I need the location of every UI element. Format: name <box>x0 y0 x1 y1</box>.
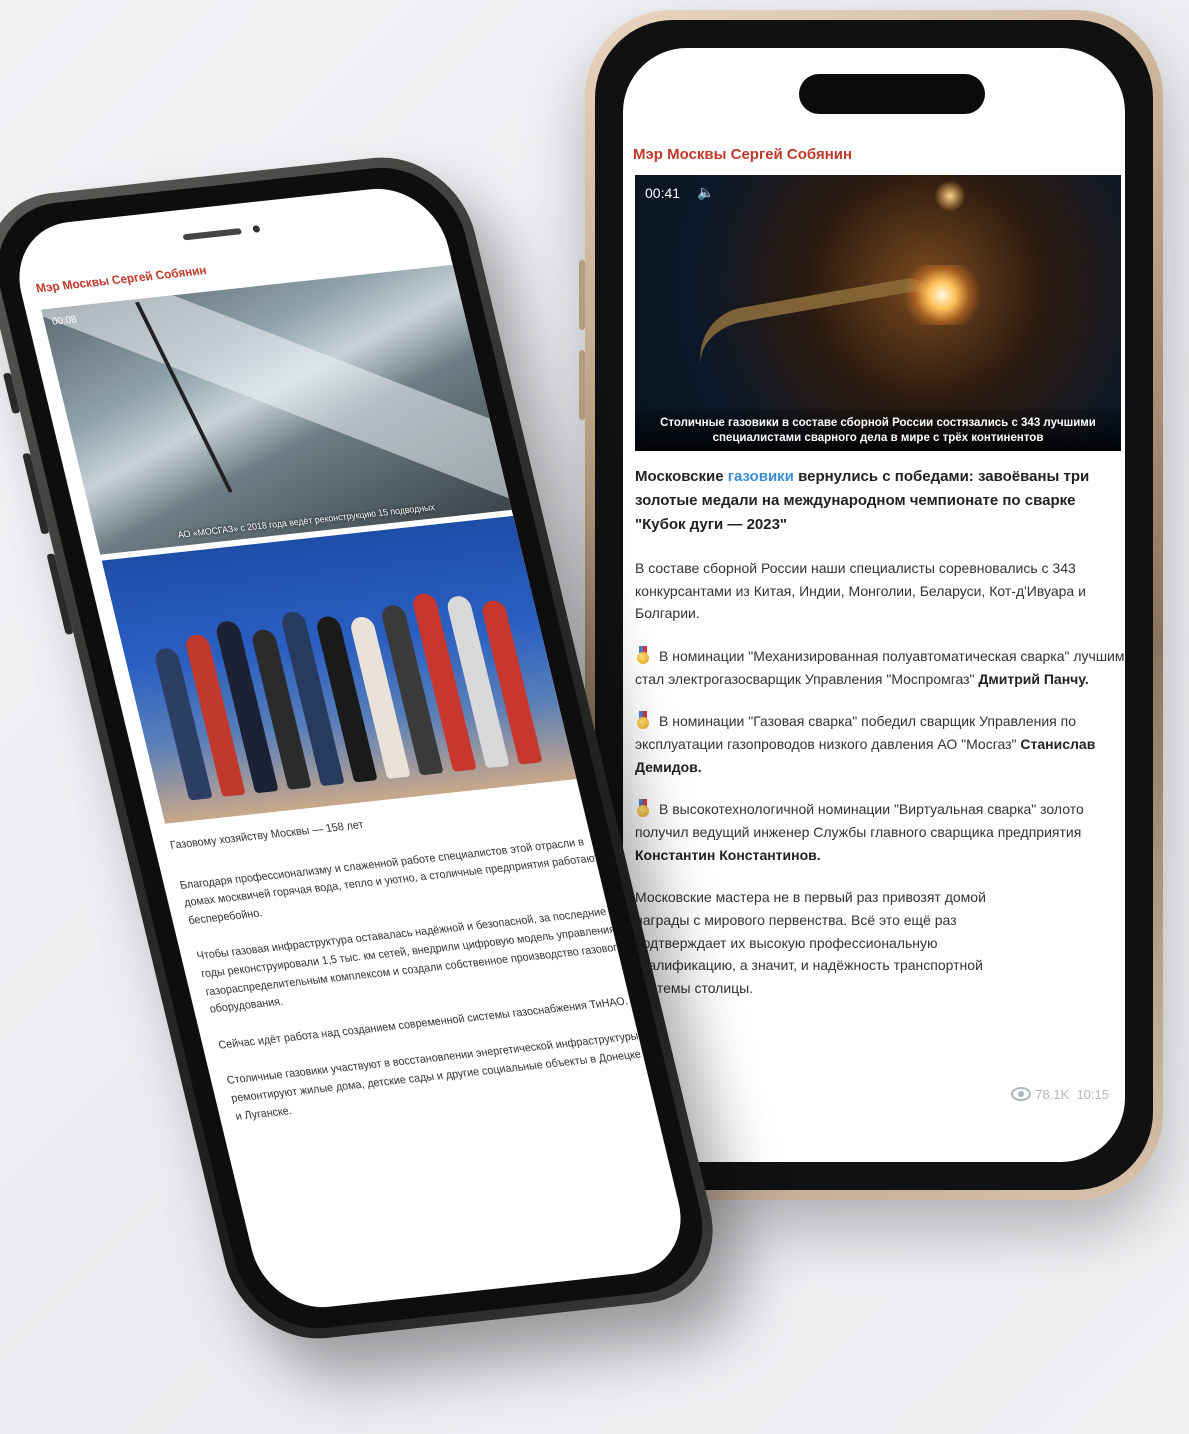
video-duration: 00:41 <box>645 185 681 201</box>
channel-name[interactable]: Мэр Москвы Сергей Собянин <box>633 146 1125 163</box>
winner-name: Константин Константинов. <box>635 846 821 863</box>
post-meta: 78.1K 10:15 <box>1011 1087 1109 1102</box>
video-player[interactable]: 00:08 АО «МОСГАЗ» с 2018 года ведёт реко… <box>41 264 518 555</box>
volume-up-button[interactable] <box>579 260 585 330</box>
telegram-post: Мэр Москвы Сергей Собянин 00:08 АО «МОСГ… <box>34 236 659 1144</box>
video-caption: Столичные газовики в составе сборной Рос… <box>635 410 1121 451</box>
view-count: 78.1K <box>1035 1087 1070 1102</box>
eye-icon <box>1011 1087 1032 1101</box>
gold-medal-icon <box>635 646 651 665</box>
item-text: В высокотехнологичной номинации "Виртуал… <box>635 801 1084 841</box>
earpiece-speaker <box>182 228 243 241</box>
scene: Мэр Москвы Сергей Собянин 00:41 🔈 Столич… <box>0 0 1189 1434</box>
gold-medal-icon <box>635 711 651 730</box>
hashtag-link[interactable]: газовики <box>728 468 794 485</box>
front-camera <box>252 225 261 233</box>
mute-switch[interactable] <box>2 372 21 414</box>
dynamic-island <box>799 74 985 114</box>
right-phone-screen: Мэр Москвы Сергей Собянин 00:41 🔈 Столич… <box>623 48 1125 1162</box>
post-time: 10:15 <box>1076 1087 1109 1102</box>
winner-name: Дмитрий Панчу. <box>978 670 1089 687</box>
right-phone: Мэр Москвы Сергей Собянин 00:41 🔈 Столич… <box>579 10 1163 1200</box>
post-outro: Московские мастера не в первый раз приво… <box>635 889 986 997</box>
post-headline: Московские газовики вернулись с победами… <box>635 465 1125 537</box>
gold-medal-icon <box>635 799 651 818</box>
video-spark <box>897 265 987 325</box>
right-phone-bezel: Мэр Москвы Сергей Собянин 00:41 🔈 Столич… <box>595 20 1153 1190</box>
speaker-icon[interactable]: 🔈 <box>697 184 714 201</box>
group-photo[interactable] <box>101 515 583 824</box>
video-light <box>935 181 965 211</box>
post-intro: В составе сборной России наши специалист… <box>635 560 1086 622</box>
video-player[interactable]: 00:41 🔈 Столичные газовики в составе сбо… <box>635 175 1121 451</box>
post-item: В номинации "Газовая сварка" победил сва… <box>635 710 1125 778</box>
post-item: В номинации "Механизированная полуавтома… <box>635 645 1125 690</box>
post-body: Газовому хозяйству Москвы — 158 лет Благ… <box>169 792 656 1126</box>
headline-text: Московские <box>635 468 728 485</box>
telegram-post: Мэр Москвы Сергей Собянин 00:41 🔈 Столич… <box>633 146 1125 1000</box>
volume-down-button[interactable] <box>579 350 585 420</box>
video-embankment <box>41 264 518 519</box>
post-item: В высокотехнологичной номинации "Виртуал… <box>635 798 1125 866</box>
item-text: В номинации "Газовая сварка" победил сва… <box>635 713 1077 753</box>
